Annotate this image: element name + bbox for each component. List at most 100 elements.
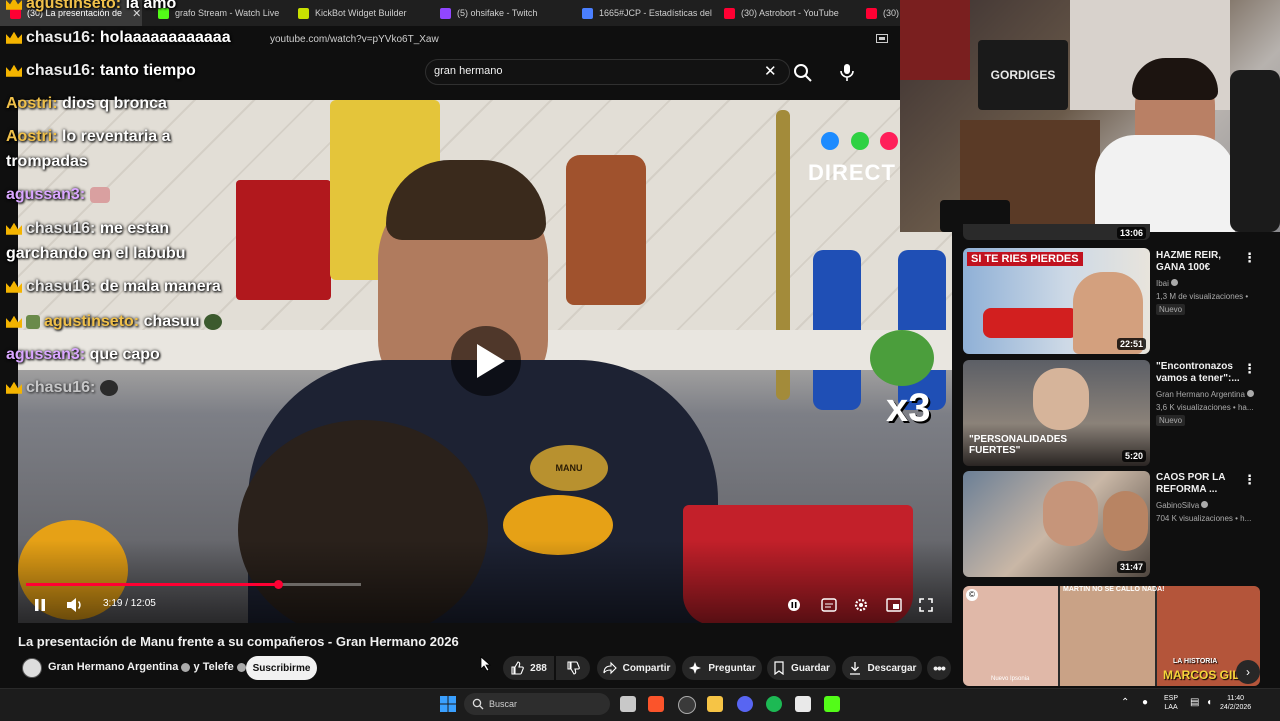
- browser-tab[interactable]: (5) ohsifake - Twitch: [430, 0, 570, 26]
- miniplayer-icon[interactable]: [886, 598, 902, 612]
- brave-browser-icon[interactable]: [648, 696, 664, 712]
- sidebar-wide-thumbnail[interactable]: MARTIN NO SE CALLO NADA! © LA HISTORIA M…: [963, 586, 1260, 686]
- discord-icon[interactable]: [737, 696, 753, 712]
- chat-message: agustinseto: la amo: [6, 0, 176, 14]
- chat-message-continued: garchando en el labubu: [6, 244, 186, 264]
- sidebar-channel[interactable]: Ibai: [1156, 279, 1179, 288]
- chat-message: chasu16: de mala manera: [6, 277, 221, 297]
- windows-start-icon[interactable]: [440, 696, 456, 712]
- chat-username: agustinseto:: [44, 313, 140, 330]
- language-code: ESP: [1164, 695, 1179, 702]
- language-indicator[interactable]: ESP LAA: [1164, 694, 1178, 712]
- twitch-favicon-icon: [440, 7, 451, 19]
- spotify-icon[interactable]: [766, 696, 782, 712]
- chat-text: chasuu: [143, 313, 200, 330]
- settings-gear-icon[interactable]: [853, 597, 869, 613]
- channel-connector-text[interactable]: y Telefe: [194, 661, 234, 673]
- thumbnail-face: [963, 586, 1058, 686]
- chat-text: dios q bronca: [62, 95, 167, 112]
- youtube-favicon-icon: [724, 7, 735, 19]
- clear-search-icon[interactable]: ✕: [764, 62, 777, 80]
- video-options-icon[interactable]: ⋮: [1243, 250, 1256, 266]
- taskbar-search-input[interactable]: Buscar: [489, 699, 517, 709]
- badge-icon: [26, 314, 40, 329]
- fullscreen-icon[interactable]: [919, 598, 933, 612]
- microphone-tray-icon[interactable]: ●: [1142, 697, 1148, 708]
- telefe-dot-green: [851, 132, 869, 150]
- taskbar-search-box[interactable]: [464, 693, 610, 715]
- tab-label: (30) M: [883, 8, 900, 18]
- subscribe-button[interactable]: Suscribirme: [246, 656, 317, 680]
- thumbnail-face: [1060, 586, 1155, 686]
- chat-username: chasu16:: [26, 62, 96, 79]
- url-text[interactable]: youtube.com/watch?v=pYVko6T_Xaw: [270, 34, 439, 45]
- kick-icon[interactable]: [824, 696, 840, 712]
- sidebar-channel-name[interactable]: GabinoSilva: [1156, 501, 1199, 510]
- sidebar-views: 3,6 K visualizaciones • ha...: [1156, 403, 1254, 412]
- pause-icon[interactable]: [34, 598, 46, 612]
- sidebar-thumbnail[interactable]: SI TE RIES PIERDES 22:51: [963, 248, 1150, 354]
- capcut-icon[interactable]: [795, 696, 811, 712]
- screen-share-icon[interactable]: [876, 34, 888, 44]
- chat-username: chasu16:: [26, 278, 96, 295]
- channel-name-text[interactable]: Gran Hermano Argentina: [48, 661, 178, 673]
- search-input[interactable]: gran hermano: [434, 65, 503, 77]
- webcam-poster: [900, 0, 970, 80]
- autoplay-toggle-icon[interactable]: [787, 598, 801, 612]
- browser-tab[interactable]: 1665#JCP - Estadísticas del im: [572, 0, 714, 26]
- task-view-icon[interactable]: [620, 696, 636, 712]
- mouse-cursor-icon: [480, 656, 492, 672]
- volume-tray-icon[interactable]: ◖: [1206, 697, 1212, 708]
- play-button[interactable]: [451, 326, 521, 396]
- chat-username: chasu16:: [26, 379, 96, 396]
- download-button[interactable]: Descargar: [842, 656, 922, 680]
- thumbs-up-icon: [511, 661, 524, 675]
- sidebar-video-title[interactable]: "Encontronazos vamos a tener":...: [1156, 361, 1242, 385]
- channel-name[interactable]: Gran Hermano Argentina y Telefe: [48, 661, 246, 673]
- sidebar-channel-name[interactable]: Gran Hermano Argentina: [1156, 390, 1245, 399]
- like-button[interactable]: 288: [503, 656, 554, 680]
- obs-icon[interactable]: [678, 696, 696, 714]
- sidebar-thumbnail[interactable]: "PERSONALIDADES FUERTES" 5:20: [963, 360, 1150, 466]
- progress-scrubber[interactable]: [274, 580, 283, 589]
- like-count: 288: [530, 662, 547, 674]
- dislike-button[interactable]: [556, 656, 590, 680]
- progress-played[interactable]: [26, 583, 278, 586]
- chat-username: agussan3:: [6, 186, 86, 203]
- video-options-icon[interactable]: ⋮: [1243, 472, 1256, 488]
- pepe-emote-icon: [870, 330, 934, 386]
- subtitles-icon[interactable]: [821, 598, 837, 612]
- share-button[interactable]: Compartir: [597, 656, 676, 680]
- volume-icon[interactable]: [66, 597, 84, 613]
- channel-avatar[interactable]: [22, 658, 42, 678]
- chevron-up-icon[interactable]: ⌃: [1121, 697, 1129, 708]
- browser-tab[interactable]: (30) M: [856, 0, 900, 26]
- sidebar-thumbnail[interactable]: 31:47: [963, 471, 1150, 577]
- network-icon[interactable]: ▤: [1190, 697, 1199, 708]
- thumbnail-face: [1033, 368, 1089, 430]
- browser-tab[interactable]: (30) Astrobort - YouTube: [714, 0, 854, 26]
- crown-icon: [6, 0, 22, 10]
- sidebar-thumbnail-partial[interactable]: 13:06: [963, 224, 1150, 240]
- sidebar-video-title[interactable]: CAOS POR LA REFORMA ...: [1156, 472, 1242, 496]
- sidebar-channel[interactable]: Gran Hermano Argentina: [1156, 390, 1255, 399]
- taskbar-clock[interactable]: 11:40 24/2/2026: [1220, 694, 1251, 712]
- thumbnail-caption: SI TE RIES PIERDES: [967, 252, 1083, 266]
- crown-icon: [6, 64, 22, 77]
- file-explorer-icon[interactable]: [707, 696, 723, 712]
- chevron-right-icon[interactable]: ›: [1236, 660, 1260, 684]
- browser-tab[interactable]: KickBot Widget Builder: [288, 0, 423, 26]
- tab-label: grafo Stream - Watch Live: [175, 8, 280, 18]
- sidebar-channel[interactable]: GabinoSilva: [1156, 501, 1209, 510]
- save-button[interactable]: Guardar: [767, 656, 836, 680]
- chat-text: holaaaaaaaaaaaa: [99, 29, 231, 46]
- ask-button[interactable]: Preguntar: [682, 656, 762, 680]
- windows-taskbar: [0, 688, 1280, 721]
- video-options-icon[interactable]: ⋮: [1243, 361, 1256, 377]
- search-icon[interactable]: [792, 62, 814, 82]
- keyboard-layout: LAA: [1164, 704, 1178, 711]
- microphone-icon[interactable]: [835, 60, 859, 84]
- more-actions-button[interactable]: •••: [927, 656, 951, 680]
- sidebar-channel-name[interactable]: Ibai: [1156, 279, 1169, 288]
- sidebar-video-title[interactable]: HAZME REIR, GANA 100€: [1156, 250, 1242, 274]
